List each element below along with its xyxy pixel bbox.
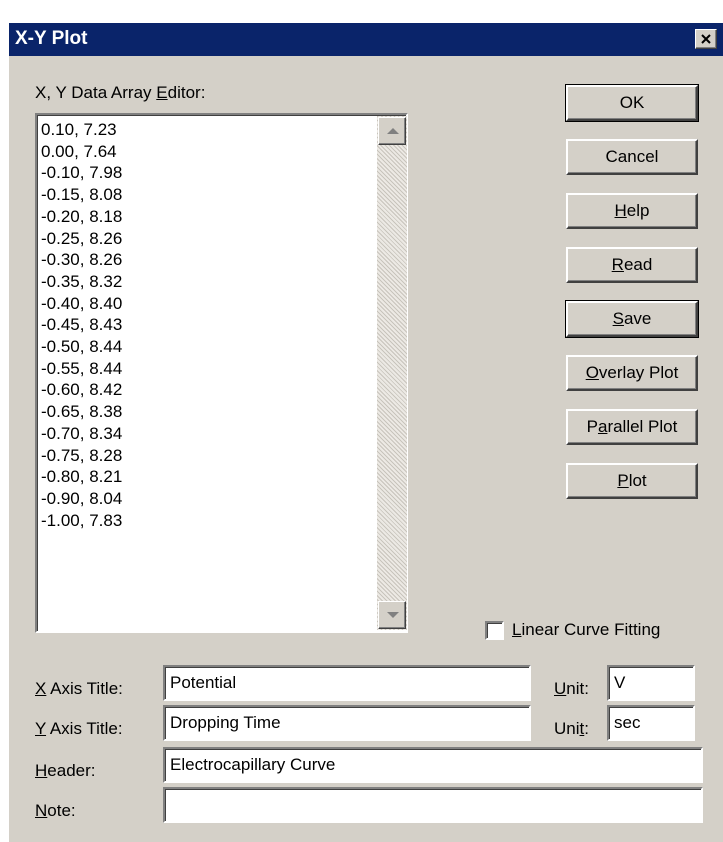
window-title: X-Y Plot bbox=[15, 28, 88, 49]
y-axis-title-input[interactable]: Dropping Time bbox=[163, 705, 531, 741]
ok-button[interactable]: OK bbox=[565, 84, 699, 122]
data-array-line[interactable]: -0.60, 8.42 bbox=[41, 379, 376, 401]
scroll-down-button[interactable] bbox=[378, 601, 406, 629]
arrow-down-icon bbox=[387, 612, 399, 618]
data-array-line[interactable]: -0.65, 8.38 bbox=[41, 401, 376, 423]
note-label: Note: bbox=[35, 801, 76, 820]
data-array-line[interactable]: -1.00, 7.83 bbox=[41, 510, 376, 532]
close-button[interactable] bbox=[695, 29, 717, 49]
plot-button[interactable]: Plot bbox=[566, 463, 698, 499]
data-array-line[interactable]: -0.80, 8.21 bbox=[41, 466, 376, 488]
data-array-line[interactable]: -0.30, 8.26 bbox=[41, 249, 376, 271]
header-label: Header: bbox=[35, 761, 96, 780]
data-array-line[interactable]: -0.50, 8.44 bbox=[41, 336, 376, 358]
linear-curve-fitting-checkbox[interactable] bbox=[485, 621, 504, 640]
overlay-plot-button[interactable]: Overlay Plot bbox=[566, 355, 698, 391]
data-array-line[interactable]: -0.35, 8.32 bbox=[41, 271, 376, 293]
data-array-line[interactable]: -0.55, 8.44 bbox=[41, 358, 376, 380]
y-unit-input[interactable]: sec bbox=[607, 705, 695, 741]
data-array-line[interactable]: -0.10, 7.98 bbox=[41, 162, 376, 184]
read-button[interactable]: Read bbox=[566, 247, 698, 283]
help-button[interactable]: Help bbox=[566, 193, 698, 229]
data-array-line[interactable]: -0.70, 8.34 bbox=[41, 423, 376, 445]
title-bar: X-Y Plot bbox=[9, 23, 723, 56]
close-icon bbox=[701, 34, 711, 44]
x-unit-input[interactable]: V bbox=[607, 665, 695, 701]
scroll-up-button[interactable] bbox=[378, 117, 406, 145]
data-array-line[interactable]: -0.45, 8.43 bbox=[41, 314, 376, 336]
y-unit-label: Unit: bbox=[554, 719, 589, 738]
data-array-editor[interactable]: 0.10, 7.23 0.00, 7.64 -0.10, 7.98 -0.15, 8.… bbox=[35, 113, 408, 633]
data-array-line[interactable]: -0.75, 8.28 bbox=[41, 445, 376, 467]
cancel-button[interactable]: Cancel bbox=[566, 139, 698, 175]
vertical-scrollbar[interactable] bbox=[377, 116, 407, 630]
x-unit-label: Unit: bbox=[554, 679, 589, 698]
note-input[interactable] bbox=[163, 787, 703, 823]
xy-plot-dialog: X-Y Plot X, Y Data Array Editor: 0.10, 7… bbox=[8, 22, 723, 842]
data-array-line[interactable]: -0.40, 8.40 bbox=[41, 293, 376, 315]
data-array-line[interactable]: -0.20, 8.18 bbox=[41, 206, 376, 228]
arrow-up-icon bbox=[387, 128, 399, 134]
parallel-plot-button[interactable]: Parallel Plot bbox=[566, 409, 698, 445]
y-axis-title-label: Y Axis Title: bbox=[35, 719, 123, 738]
data-array-line[interactable]: 0.10, 7.23 bbox=[41, 119, 376, 141]
x-axis-title-label: X Axis Title: bbox=[35, 679, 123, 698]
data-array-line[interactable]: 0.00, 7.64 bbox=[41, 141, 376, 163]
save-button[interactable]: Save bbox=[565, 300, 699, 338]
x-axis-title-input[interactable]: Potential bbox=[163, 665, 531, 701]
linear-curve-fitting-label[interactable]: Linear Curve Fitting bbox=[512, 620, 660, 640]
data-array-text[interactable]: 0.10, 7.23 0.00, 7.64 -0.10, 7.98 -0.15, 8.… bbox=[41, 119, 376, 531]
data-editor-label: X, Y Data Array Editor: bbox=[35, 83, 206, 102]
data-array-line[interactable]: -0.15, 8.08 bbox=[41, 184, 376, 206]
data-array-line[interactable]: -0.25, 8.26 bbox=[41, 228, 376, 250]
data-array-line[interactable]: -0.90, 8.04 bbox=[41, 488, 376, 510]
header-input[interactable]: Electrocapillary Curve bbox=[163, 747, 703, 783]
